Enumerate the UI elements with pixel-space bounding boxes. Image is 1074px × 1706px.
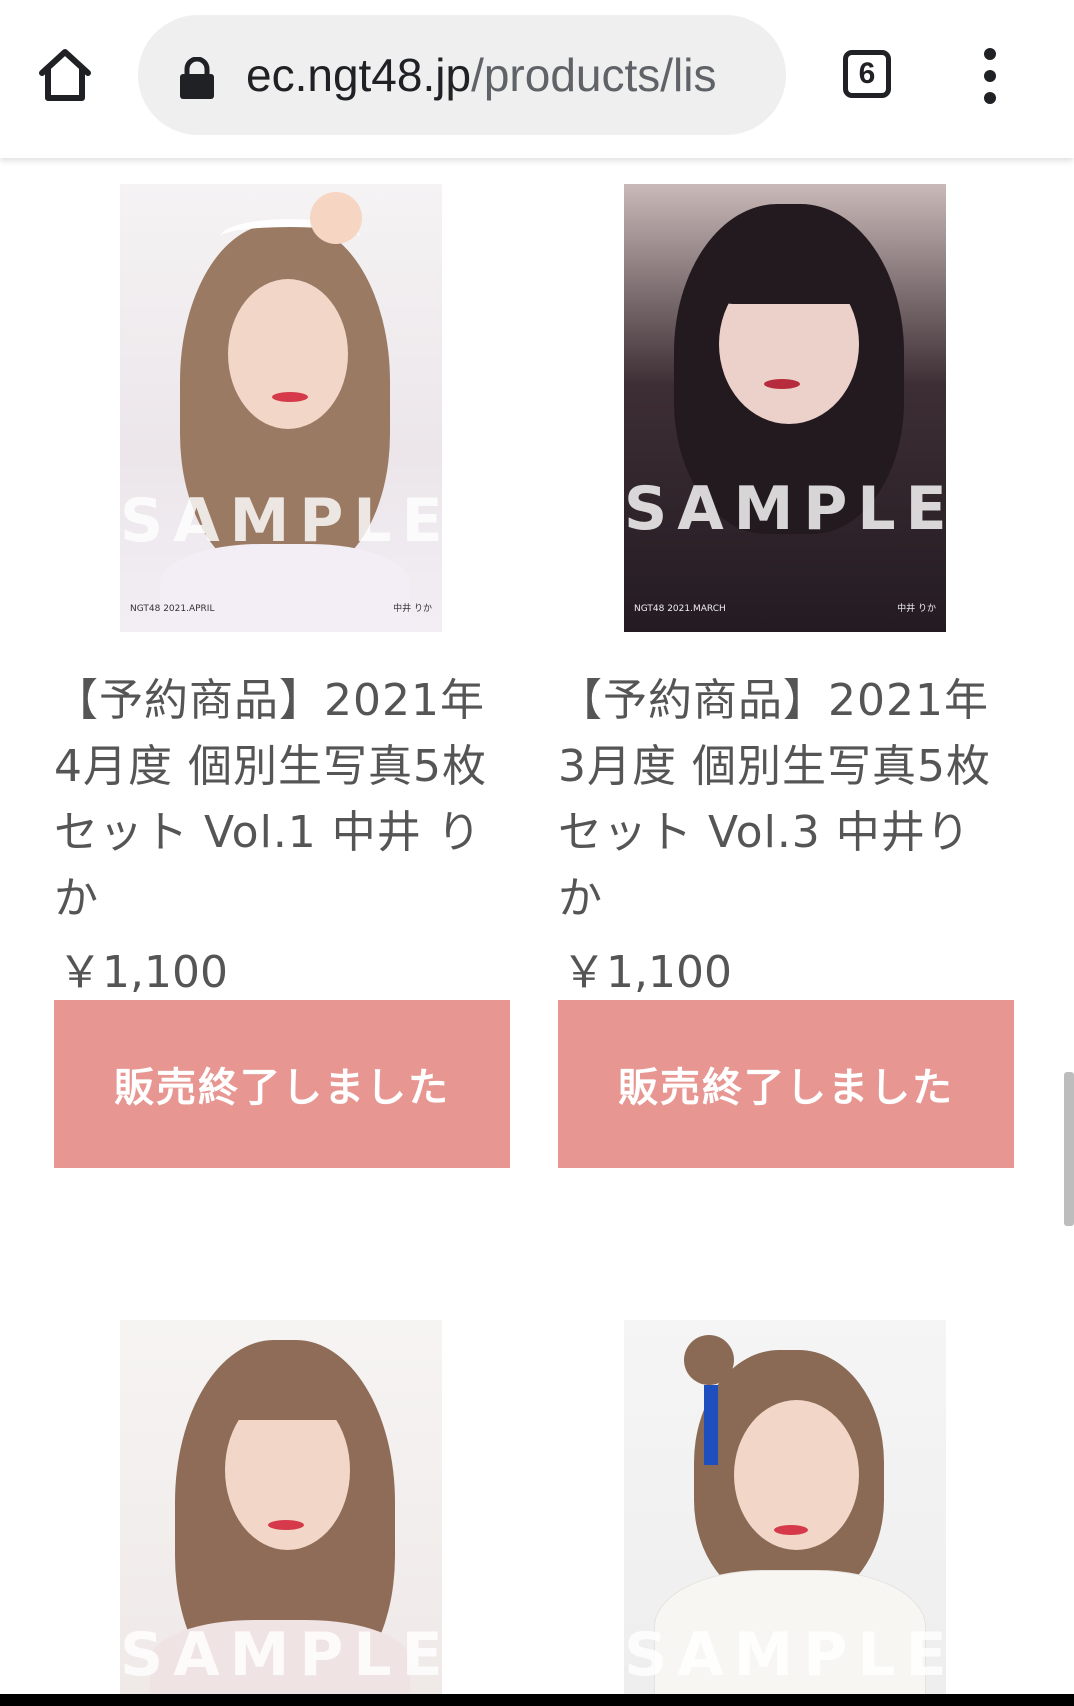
url-path: /products/lis	[471, 49, 717, 101]
sold-out-button[interactable]: 販売終了しました	[558, 1000, 1014, 1168]
sample-watermark: SAMPLE	[624, 474, 946, 544]
scrollbar[interactable]	[1064, 1072, 1074, 1226]
system-nav-bar	[0, 1694, 1074, 1706]
browser-toolbar: ec.ngt48.jp/products/lis 6	[0, 0, 1074, 158]
product-photo[interactable]: SAMPLE NGT48 2021.APRIL 中井 りか	[120, 184, 442, 632]
photo-caption-name: 中井 りか	[393, 604, 432, 614]
product-price: ￥1,100	[58, 947, 228, 998]
sample-watermark: SAMPLE	[120, 486, 442, 556]
more-menu-icon[interactable]	[968, 48, 1012, 104]
product-price: ￥1,100	[562, 947, 732, 998]
photo-caption-date: NGT48 2021.MARCH	[634, 604, 726, 614]
product-title[interactable]: 【予約商品】2021年3月度 個別生写真5枚セット Vol.3 中井りか	[558, 668, 1014, 932]
url-text: ec.ngt48.jp/products/lis	[246, 43, 717, 107]
sample-watermark: SAMPLE	[120, 1620, 442, 1690]
home-icon[interactable]	[30, 40, 100, 110]
sample-watermark: SAMPLE	[624, 1620, 946, 1690]
tab-switcher-button[interactable]: 6	[843, 50, 891, 98]
product-title[interactable]: 【予約商品】2021年4月度 個別生写真5枚セット Vol.1 中井 りか	[54, 668, 510, 932]
address-bar[interactable]: ec.ngt48.jp/products/lis	[138, 15, 786, 135]
product-photo[interactable]: SAMPLE	[624, 1320, 946, 1694]
sold-out-button[interactable]: 販売終了しました	[54, 1000, 510, 1168]
photo-caption-name: 中井 りか	[897, 604, 936, 614]
product-photo[interactable]: SAMPLE	[120, 1320, 442, 1694]
product-photo[interactable]: SAMPLE NGT48 2021.MARCH 中井 りか	[624, 184, 946, 632]
photo-caption-date: NGT48 2021.APRIL	[130, 604, 215, 614]
url-host: ec.ngt48.jp	[246, 49, 472, 101]
lock-icon	[178, 56, 216, 99]
